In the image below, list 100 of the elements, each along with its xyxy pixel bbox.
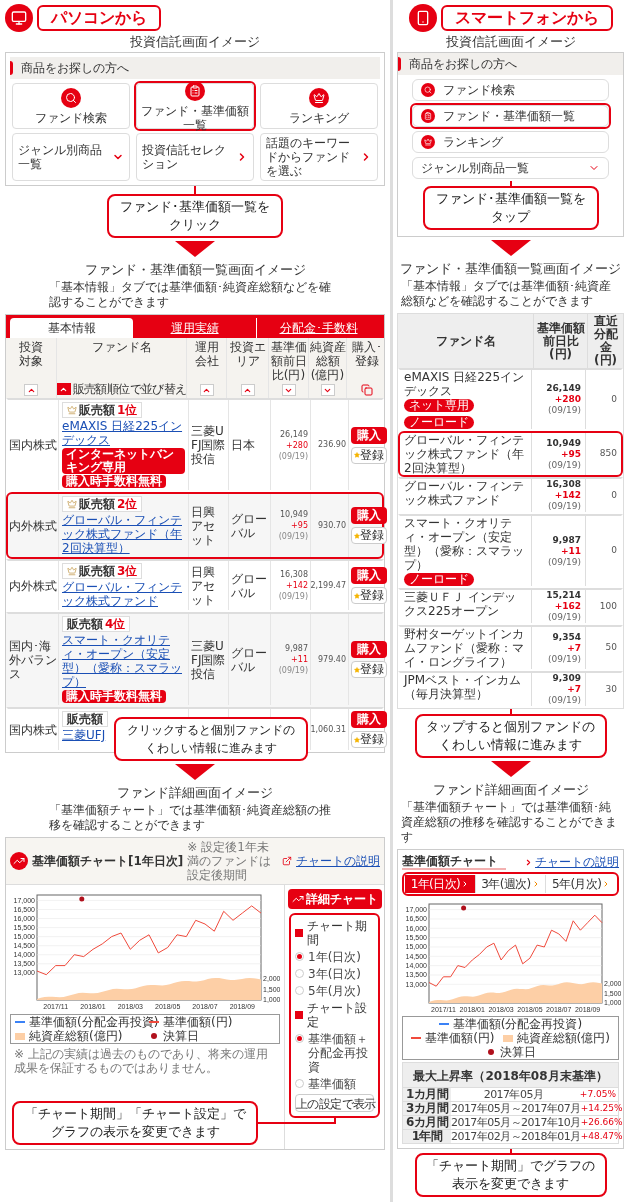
radio-option[interactable]: 5年(月次) (295, 984, 374, 998)
table-cell: 850 (599, 447, 617, 461)
tag: 購入時手数料無料 (62, 690, 166, 703)
section-badge: スマートフォンから (440, 5, 613, 31)
rank-label: 販売額 (67, 712, 103, 726)
star-icon (353, 452, 360, 458)
return-value: +7.05% (578, 1088, 617, 1101)
price-date: (09/19) (548, 459, 581, 471)
radio-option[interactable]: 基準価額 (295, 1077, 374, 1091)
table-cell: 日本 (231, 438, 255, 452)
price-date: (09/19) (278, 450, 308, 462)
section-title: 投資信託画面イメージ (129, 34, 261, 50)
table-cell: 236.90 (318, 439, 346, 451)
register-button[interactable]: 登録 (350, 661, 387, 678)
radio-button[interactable] (295, 986, 304, 995)
settlement-dot (79, 896, 85, 902)
buy-button[interactable]: 購入 (350, 426, 387, 444)
fund-name[interactable]: JPMベスト・インカム（毎月決算型） (404, 673, 527, 701)
radio-button[interactable] (295, 1034, 304, 1043)
sort-button[interactable] (56, 383, 71, 395)
section-description: 「基準価額チャート」では基準価額･純資産総額の推移を確認することができます (400, 800, 618, 845)
price-value: 26,149 (546, 383, 581, 394)
radio-button[interactable] (295, 1079, 304, 1088)
radio-option[interactable]: 1年(日次) (295, 950, 374, 964)
fund-name[interactable]: グローバル・フィンテック株式ファンド（年2回決算型） (404, 433, 527, 475)
star-icon (353, 532, 360, 539)
buy-button[interactable]: 購入 (350, 641, 387, 658)
chart-icon (291, 893, 304, 905)
radio-option[interactable]: 3年(日次) (295, 967, 374, 981)
table-cell-text: 100 (599, 599, 617, 613)
table-cell: 国内･海外バランス (9, 638, 57, 681)
fund-name-link[interactable]: 三菱UFJ (62, 728, 106, 742)
tab[interactable]: 1年(日次) (405, 875, 475, 893)
price-change: +142 (286, 580, 308, 591)
price-date: (09/19) (548, 556, 581, 568)
price-change: +162 (554, 601, 581, 612)
column-header: 純資産総額(億円) (309, 340, 346, 382)
menu-link[interactable]: 話題のキーワードからファンドを選ぶ (260, 133, 378, 181)
menu-tile[interactable]: ファンド検索 (12, 83, 130, 129)
price-value: 16,308 (280, 569, 308, 580)
help-link[interactable]: チャートの説明 (296, 852, 380, 870)
price-date: (09/19) (278, 531, 308, 542)
panel-title: 商品をお探しの方へ (409, 56, 517, 73)
legend-label: 決算日 (499, 1045, 536, 1059)
fund-name-link[interactable]: グローバル・フィンテック株式ファンド（年2回決算型） (62, 513, 185, 555)
star-icon (353, 592, 360, 599)
menu-item[interactable]: ファンド検索 (412, 79, 609, 101)
menu-item[interactable]: ファンド・基準価額一覧 (412, 105, 609, 127)
register-button[interactable]: 登録 (350, 587, 387, 604)
price-value: 15,214 (546, 590, 581, 601)
menu-link[interactable]: 投資信託セレクション (136, 133, 254, 181)
chart-title: 基準価額チャート (402, 854, 506, 870)
detail-chart-button[interactable]: 詳細チャート (287, 889, 382, 909)
column-header: ファンド名 (435, 334, 496, 348)
accent-bar (10, 61, 13, 75)
buy-button[interactable]: 購入 (350, 711, 387, 728)
tab[interactable]: 運用実績 (133, 318, 256, 338)
menu-tile[interactable]: ファンド・基準価額一覧 (136, 83, 254, 129)
apply-button[interactable]: 上の設定で表示 (295, 1094, 374, 1112)
fund-name-link[interactable]: eMAXIS 日経225インデックス (62, 419, 185, 447)
table-cell: 2017年02月～2018年01月 (451, 1130, 581, 1143)
fund-name-link[interactable]: グローバル・フィンテック株式ファンド (62, 580, 185, 608)
buy-button[interactable]: 購入 (350, 507, 387, 524)
price-date: (09/19) (278, 665, 308, 676)
fund-name-link[interactable]: スマート・クオリティ・オープン（安定型）（愛称：スマラップ） (62, 633, 185, 689)
register-button[interactable]: 登録 (350, 527, 387, 544)
menu-item[interactable]: ランキング (412, 131, 609, 153)
table-cell: 国内株式 (9, 438, 57, 452)
table-cell: 2017年05月～2017年07月 (451, 1102, 581, 1115)
menu-item[interactable]: ジャンル別商品一覧 (412, 157, 609, 179)
buy-button[interactable]: 購入 (350, 567, 387, 584)
fund-name[interactable]: eMAXIS 日経225インデックス (404, 370, 527, 398)
menu-link[interactable]: ジャンル別商品一覧 (12, 133, 130, 181)
fund-name[interactable]: グローバル・フィンテック株式ファンド (404, 479, 527, 507)
table-cell: グローバル (231, 645, 268, 674)
fund-name[interactable]: スマート・クオリティ・オープン（安定型）（愛称：スマラップ） (404, 516, 527, 572)
price-value: 9,987 (285, 643, 308, 654)
callout: クリックすると個別ファンドのくわしい情報に進みます (114, 717, 308, 761)
price-change: +7 (567, 642, 581, 654)
help-link[interactable]: チャートの説明 (535, 855, 619, 869)
table-cell: 2017年05月～2017年10月 (451, 1116, 581, 1129)
search-icon (61, 87, 81, 108)
window-icon (360, 384, 373, 396)
return-value: +48.47% (580, 1130, 623, 1141)
clipboard-icon (421, 109, 435, 123)
tag: ノーロード (404, 573, 474, 586)
fund-name[interactable]: 野村ターゲットインカムファンド（愛称：マイ・ロングライフ） (404, 627, 527, 669)
legend-label: 純資産総額(億円) (516, 1031, 610, 1045)
tag: 購入時手数料無料 (62, 475, 166, 488)
return-value: +26.66% (580, 1116, 623, 1127)
register-button[interactable]: 登録 (350, 446, 387, 464)
accent-bar (398, 57, 401, 71)
radio-option[interactable]: 基準価額＋分配金再投資 (295, 1032, 374, 1074)
fund-name[interactable]: 三菱ＵＦＪ インデックス225オープン (404, 590, 527, 618)
tab[interactable]: 基本情報 (10, 318, 133, 338)
register-button[interactable]: 登録 (350, 731, 387, 748)
radio-button[interactable] (295, 952, 304, 961)
radio-button[interactable] (295, 969, 304, 978)
square-bullet-icon (295, 929, 303, 937)
menu-tile[interactable]: ランキング (260, 83, 378, 129)
